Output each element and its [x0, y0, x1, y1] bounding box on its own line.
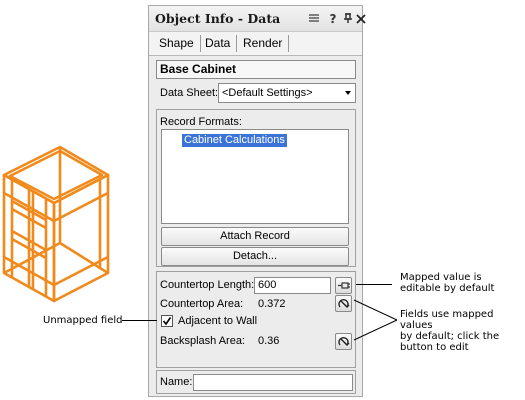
- annotation-unmapped: Unmapped field: [43, 315, 123, 326]
- palette-title-bar[interactable]: Object Info - Data ?: [149, 6, 366, 32]
- annotation-line: [122, 320, 157, 321]
- countertop-length-label: Countertop Length:: [160, 279, 255, 291]
- pin-icon[interactable]: [342, 12, 354, 24]
- backsplash-area-label: Backsplash Area:: [160, 335, 245, 347]
- countertop-area-value: 0.372: [258, 298, 286, 310]
- check-icon: [162, 317, 172, 326]
- countertop-length-input[interactable]: 600: [254, 277, 331, 294]
- cabinet-graphic: [2, 145, 110, 303]
- adjacent-to-wall-label: Adjacent to Wall: [178, 315, 258, 327]
- record-formats-label: Record Formats:: [160, 116, 242, 128]
- palette-title: Object Info - Data: [155, 11, 281, 26]
- edit-icon: [338, 298, 350, 308]
- backsplash-area-value: 0.36: [258, 335, 280, 347]
- help-icon[interactable]: ?: [327, 12, 339, 24]
- adjacent-to-wall-checkbox[interactable]: [161, 315, 173, 327]
- object-type-title: Base Cabinet: [156, 60, 356, 79]
- mapped-value-icon: [338, 282, 350, 289]
- menu-icon[interactable]: [308, 12, 320, 24]
- tab-shape[interactable]: Shape: [153, 35, 201, 52]
- tab-data[interactable]: Data: [199, 35, 238, 52]
- annotation-line: [356, 284, 392, 285]
- edit-mapped-field-button[interactable]: [335, 295, 352, 312]
- svg-text:?: ?: [330, 12, 337, 24]
- name-label: Name:: [160, 376, 193, 388]
- tab-render[interactable]: Render: [237, 35, 290, 52]
- edit-mapped-field-button[interactable]: [335, 333, 352, 350]
- object-info-palette: Object Info - Data ? Shape Data Render B…: [148, 5, 366, 397]
- edit-icon: [338, 336, 350, 346]
- tab-bar: Shape Data Render: [149, 32, 362, 56]
- name-input[interactable]: [193, 374, 353, 391]
- annotation-lines: [353, 299, 398, 341]
- annotation-mapped-editable: Mapped value is editable by default: [400, 272, 495, 294]
- countertop-area-label: Countertop Area:: [160, 298, 244, 310]
- attach-record-button[interactable]: Attach Record: [161, 227, 349, 246]
- data-sheet-value: <Default Settings>: [222, 87, 313, 99]
- list-item[interactable]: Cabinet Calculations: [182, 134, 287, 147]
- detach-button[interactable]: Detach...: [161, 247, 349, 266]
- mapped-value-button[interactable]: [335, 277, 352, 294]
- chevron-down-icon: [345, 91, 351, 95]
- close-icon[interactable]: [356, 12, 366, 24]
- data-sheet-label: Data Sheet:: [160, 87, 219, 99]
- data-sheet-select[interactable]: <Default Settings>: [218, 83, 356, 103]
- record-formats-list[interactable]: Cabinet Calculations: [161, 129, 349, 224]
- annotation-fields-mapped: Fields use mapped values by default; cli…: [400, 309, 500, 353]
